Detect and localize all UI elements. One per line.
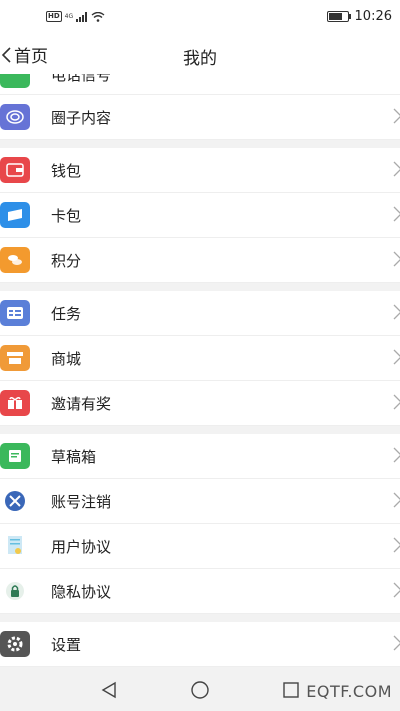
chevron-right-icon: [392, 250, 400, 272]
list-item-label: 卡包: [51, 207, 82, 225]
task-icon: [0, 300, 30, 326]
hd-badge: HD: [46, 11, 62, 22]
chevron-right-icon: [392, 634, 400, 656]
chevron-right-icon: [392, 348, 400, 370]
phone-icon: [0, 74, 30, 88]
chevron-right-icon: [392, 446, 400, 468]
chevron-right-icon: [392, 107, 400, 129]
coins-icon: [0, 247, 30, 273]
list-item[interactable]: 设置: [0, 622, 400, 667]
gear-icon: [0, 631, 30, 657]
network-type: 4G: [64, 13, 74, 20]
watermark: EQTF.COM: [306, 682, 392, 701]
status-bar: HD 4G 10:26: [0, 0, 400, 36]
settings-list: 电话信号 圈子内容钱包卡包积分任务商城邀请有奖草稿箱账号注销用户协议隐私协议设置: [0, 74, 400, 667]
list-item[interactable]: 积分: [0, 238, 400, 283]
clock: 10:26: [354, 9, 392, 24]
section-divider: [0, 140, 400, 148]
list-item[interactable]: 卡包: [0, 193, 400, 238]
list-item[interactable]: 隐私协议: [0, 569, 400, 614]
page-title: 我的: [183, 49, 217, 69]
home-nav-icon[interactable]: [190, 680, 210, 700]
list-item-label: 积分: [51, 252, 82, 270]
list-item-label: 隐私协议: [51, 583, 112, 601]
recent-nav-icon[interactable]: [282, 681, 300, 699]
list-item-label: 邀请有奖: [51, 395, 112, 413]
signal-icon: [76, 11, 88, 22]
card-icon: [0, 202, 30, 228]
list-item-label: 商城: [51, 350, 82, 368]
wifi-icon: [91, 11, 105, 22]
section-divider: [0, 614, 400, 622]
chevron-right-icon: [392, 160, 400, 182]
chevron-right-icon: [392, 536, 400, 558]
list-item-label: 设置: [51, 636, 82, 654]
list-item-label: 草稿箱: [51, 448, 97, 466]
section-divider: [0, 426, 400, 434]
store-icon: [0, 345, 30, 371]
list-item[interactable]: 用户协议: [0, 524, 400, 569]
list-item-label: 钱包: [51, 162, 82, 180]
chevron-right-icon: [392, 491, 400, 513]
chevron-right-icon: [392, 393, 400, 415]
cancel-account-icon: [0, 488, 30, 514]
lock-icon: [0, 578, 30, 604]
wallet-icon: [0, 157, 30, 183]
list-item[interactable]: 任务: [0, 291, 400, 336]
gift-icon: [0, 390, 30, 416]
list-item[interactable]: 账号注销: [0, 479, 400, 524]
nav-bar: 首页 我的: [0, 36, 400, 74]
list-item[interactable]: 电话信号: [0, 74, 400, 95]
list-item[interactable]: 邀请有奖: [0, 381, 400, 426]
system-nav-bar: EQTF.COM: [0, 669, 400, 711]
list-item[interactable]: 商城: [0, 336, 400, 381]
list-item[interactable]: 草稿箱: [0, 434, 400, 479]
back-nav-icon[interactable]: [100, 681, 118, 699]
list-item[interactable]: 钱包: [0, 148, 400, 193]
draft-icon: [0, 443, 30, 469]
chevron-right-icon: [392, 303, 400, 325]
list-item-label: 电话信号: [51, 74, 112, 84]
chevron-right-icon: [392, 205, 400, 227]
circle-swirl-icon: [0, 104, 30, 130]
battery-icon: [326, 11, 351, 22]
list-item-label: 用户协议: [51, 538, 112, 556]
section-divider: [0, 283, 400, 291]
list-item[interactable]: 圈子内容: [0, 95, 400, 140]
list-item-label: 圈子内容: [51, 109, 112, 127]
list-item-label: 账号注销: [51, 493, 112, 511]
list-item-label: 任务: [51, 305, 82, 323]
agreement-icon: [0, 533, 30, 559]
chevron-right-icon: [392, 581, 400, 603]
